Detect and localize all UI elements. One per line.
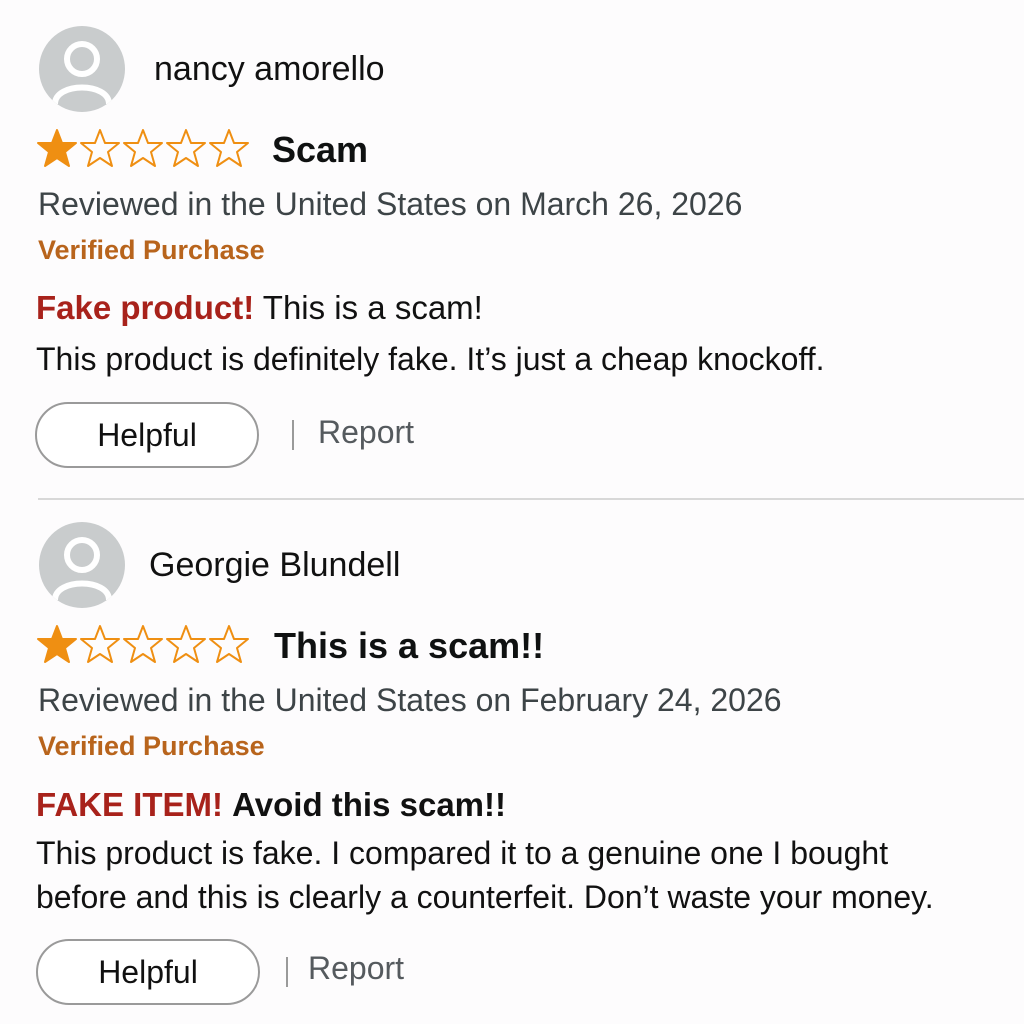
report-link[interactable]: Report	[318, 414, 414, 451]
headline-emphasis: FAKE ITEM!	[36, 786, 223, 823]
helpful-button[interactable]: Helpful	[35, 402, 259, 468]
star-empty-icon	[208, 624, 250, 664]
review-date: Reviewed in the United States on Februar…	[38, 682, 782, 718]
review-body-line: This product is fake. I compared it to a…	[36, 835, 889, 871]
user-silhouette-icon	[39, 522, 125, 608]
review-body: This product is definitely fake. It’s ju…	[36, 341, 825, 377]
review-body-line: before and this is clearly a counterfeit…	[36, 879, 934, 915]
star-empty-icon	[165, 624, 207, 664]
verified-purchase-badge: Verified Purchase	[38, 731, 265, 761]
headline-rest: Avoid this scam!!	[232, 786, 507, 823]
star-rating	[36, 128, 250, 168]
headline-emphasis: Fake product!	[36, 289, 255, 326]
review-date: Reviewed in the United States on March 2…	[38, 186, 743, 222]
report-link[interactable]: Report	[308, 950, 404, 987]
user-silhouette-icon	[39, 26, 125, 112]
review-separator	[38, 498, 1024, 500]
star-filled-icon	[36, 128, 78, 168]
star-empty-icon	[122, 624, 164, 664]
reviewer-name[interactable]: Georgie Blundell	[149, 546, 400, 585]
star-rating	[36, 624, 250, 664]
review-title[interactable]: This is a scam!!	[274, 625, 544, 667]
action-divider	[292, 420, 294, 450]
review-title[interactable]: Scam	[272, 129, 368, 171]
reviews-page: nancy amorello Scam Reviewed in the Unit…	[0, 0, 1024, 1024]
headline-rest: This is a scam!	[262, 289, 483, 326]
action-divider	[286, 957, 288, 987]
star-empty-icon	[122, 128, 164, 168]
star-filled-icon	[36, 624, 78, 664]
star-empty-icon	[165, 128, 207, 168]
helpful-button[interactable]: Helpful	[36, 939, 260, 1005]
star-empty-icon	[208, 128, 250, 168]
verified-purchase-badge: Verified Purchase	[38, 235, 265, 265]
reviewer-name[interactable]: nancy amorello	[154, 50, 385, 89]
review-headline: FAKE ITEM! Avoid this scam!!	[36, 786, 506, 824]
review-headline: Fake product! This is a scam!	[36, 289, 483, 327]
star-empty-icon	[79, 128, 121, 168]
review-body: This product is fake. I compared it to a…	[36, 831, 934, 919]
star-empty-icon	[79, 624, 121, 664]
